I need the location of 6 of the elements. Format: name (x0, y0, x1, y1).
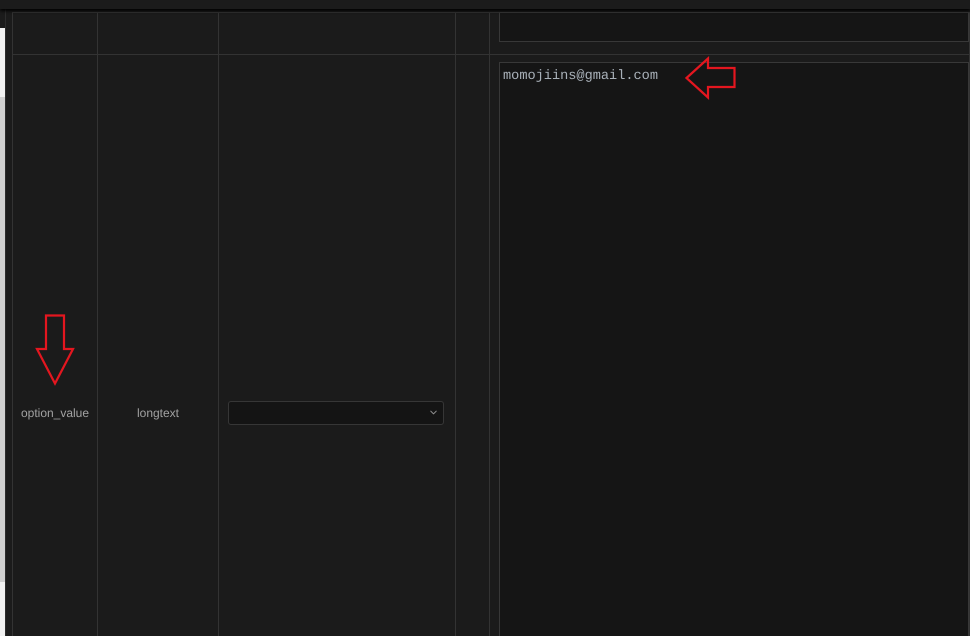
field-name-label: option_value (20, 406, 90, 420)
field-type-label: longtext (136, 406, 180, 420)
value-textarea[interactable] (499, 12, 969, 42)
scrollbar-thumb[interactable] (0, 97, 5, 582)
value-textarea[interactable]: momojiins@gmail.com (499, 62, 969, 636)
type-select[interactable] (228, 400, 444, 424)
